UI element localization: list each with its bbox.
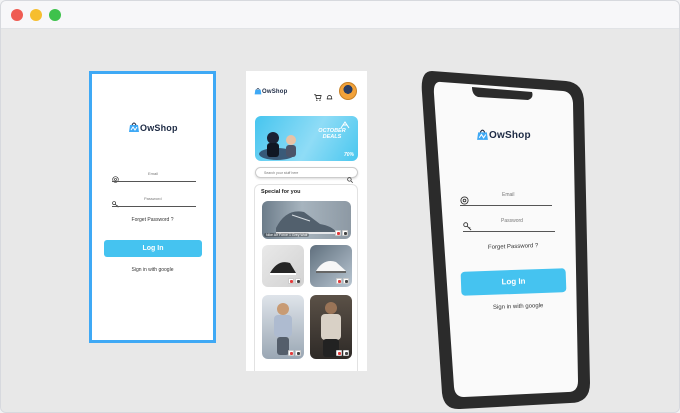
login-button[interactable]: Log In	[460, 268, 567, 296]
password-placeholder: Password	[501, 218, 523, 224]
search-input[interactable]: Search your stuff here	[255, 167, 358, 183]
brand-name: OwShop	[140, 123, 178, 133]
email-placeholder: Email	[502, 192, 515, 198]
shop-screen-frame[interactable]: OwShop OCTOBER DEALS 70% Search your stu…	[246, 71, 367, 371]
title-bar	[1, 1, 679, 29]
email-field[interactable]: Email	[460, 192, 552, 206]
product-actions	[335, 230, 348, 236]
banner-title: OCTOBER DEALS	[318, 128, 346, 140]
key-icon	[112, 195, 119, 213]
at-icon	[460, 192, 469, 210]
brand-logo: OwShop	[128, 121, 178, 133]
brand-logo: OwShop	[476, 128, 531, 141]
avatar[interactable]	[339, 82, 357, 100]
close-window-button[interactable]	[11, 9, 23, 21]
password-underline	[463, 231, 555, 232]
app-window: OwShop Email Password Forget Password ? …	[0, 0, 680, 413]
key-icon	[463, 218, 472, 236]
promo-banner[interactable]: OCTOBER DEALS 70%	[255, 116, 358, 161]
product-card[interactable]	[262, 295, 304, 359]
brand-name: OwShop	[489, 130, 531, 141]
search-placeholder: Search your stuff here	[264, 171, 299, 175]
heart-icon[interactable]	[288, 278, 294, 284]
login-button[interactable]: Log In	[104, 240, 202, 257]
login-screen-frame[interactable]: OwShop Email Password Forget Password ? …	[89, 71, 216, 343]
section-title: Special for you	[261, 189, 301, 195]
brand-logo: OwShop	[254, 87, 288, 95]
google-signin-link[interactable]: Sign in with google	[92, 267, 213, 273]
special-for-you-section: Special for you Nike Air Force 1 Grey Wo…	[254, 184, 358, 371]
design-canvas: OwShop Email Password Forget Password ? …	[1, 29, 679, 412]
product-card[interactable]	[310, 295, 352, 359]
password-placeholder: Password	[144, 196, 162, 201]
heart-icon[interactable]	[335, 230, 341, 236]
minimize-window-button[interactable]	[30, 9, 42, 21]
product-card-featured[interactable]: Nike Air Force 1 Grey Wolf	[262, 201, 351, 239]
password-field[interactable]: Password	[112, 195, 196, 208]
bell-icon[interactable]	[326, 88, 333, 106]
forgot-password-link[interactable]: Forget Password ?	[92, 217, 213, 223]
bag-icon[interactable]	[343, 350, 349, 356]
bag-icon[interactable]	[295, 278, 301, 284]
email-underline	[460, 205, 552, 206]
phone-frame	[421, 71, 590, 410]
product-actions	[336, 278, 349, 284]
bag-logo-icon	[254, 87, 262, 95]
maximize-window-button[interactable]	[49, 9, 61, 21]
product-actions	[288, 350, 301, 356]
at-icon	[112, 170, 119, 188]
product-card[interactable]	[310, 245, 352, 287]
cart-icon[interactable]	[314, 88, 322, 106]
phone-mockup: OwShop Email Password Forget Password ? …	[414, 63, 594, 412]
bag-logo-icon	[476, 128, 489, 141]
bag-icon[interactable]	[343, 278, 349, 284]
product-actions	[288, 278, 301, 284]
heart-icon[interactable]	[288, 350, 294, 356]
heart-icon[interactable]	[336, 350, 342, 356]
product-actions	[336, 350, 349, 356]
email-placeholder: Email	[148, 171, 159, 176]
password-field[interactable]: Password	[463, 218, 555, 232]
banner-discount: 70%	[343, 152, 354, 158]
bag-icon[interactable]	[295, 350, 301, 356]
email-underline	[112, 181, 196, 182]
product-card[interactable]	[262, 245, 304, 287]
email-field[interactable]: Email	[112, 170, 196, 183]
heart-icon[interactable]	[336, 278, 342, 284]
bag-logo-icon	[128, 121, 140, 133]
bag-icon[interactable]	[342, 230, 348, 236]
product-label: Nike Air Force 1 Grey Wolf	[264, 233, 310, 237]
brand-name: OwShop	[262, 89, 288, 95]
password-underline	[112, 206, 196, 207]
